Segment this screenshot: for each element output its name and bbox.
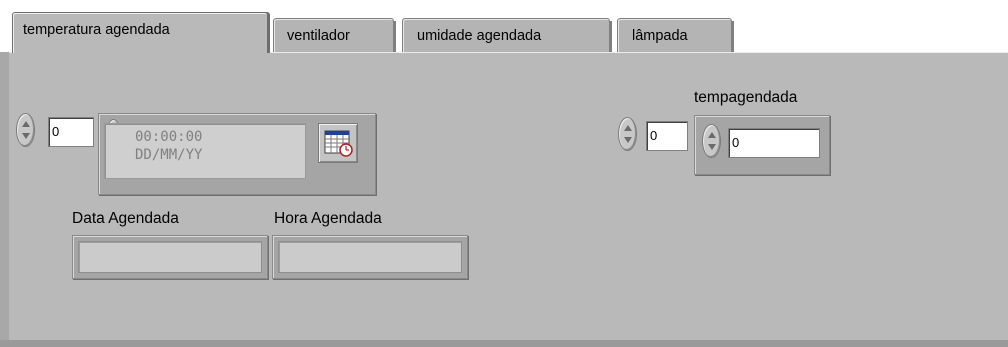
tab-label: ventilador (287, 28, 350, 44)
left-numeric-increment-decrement-icon[interactable] (16, 113, 35, 147)
calendar-browse-button[interactable] (318, 123, 358, 163)
tempagendada-field[interactable]: 0 (728, 128, 820, 158)
tab-umidade-agendada[interactable]: umidade agendada (402, 18, 612, 53)
tab-label: umidade agendada (417, 28, 542, 44)
calendar-clock-icon (324, 130, 353, 157)
timestamp-date: DD/MM/YY (135, 147, 203, 163)
hora-agendada-label: Hora Agendada (274, 210, 382, 227)
panel-bottom-edge (0, 340, 1008, 347)
left-numeric-field[interactable]: 0 (48, 117, 94, 147)
timestamp-time: 00:00:00 (135, 129, 203, 145)
panel-left-edge (0, 52, 9, 347)
tab-ventilador[interactable]: ventilador (273, 18, 396, 53)
tab-temperatura-agendada[interactable]: temperatura agendada (12, 12, 268, 53)
tempagendada-increment-decrement-icon[interactable] (702, 124, 721, 158)
tab-label: lâmpada (632, 28, 688, 44)
tempagendada-label: tempagendada (694, 89, 798, 106)
tab-panel (0, 52, 1008, 347)
right-numeric-increment-decrement-icon[interactable] (618, 117, 637, 151)
timestamp-field[interactable]: 00:00:00 DD/MM/YY (104, 123, 306, 179)
tab-label: temperatura agendada (23, 22, 170, 38)
hora-agendada-indicator (278, 241, 462, 273)
data-agendada-indicator (78, 241, 262, 273)
tab-lampada[interactable]: lâmpada (617, 18, 734, 53)
data-agendada-label: Data Agendada (72, 210, 179, 227)
right-numeric-field[interactable]: 0 (646, 121, 688, 151)
